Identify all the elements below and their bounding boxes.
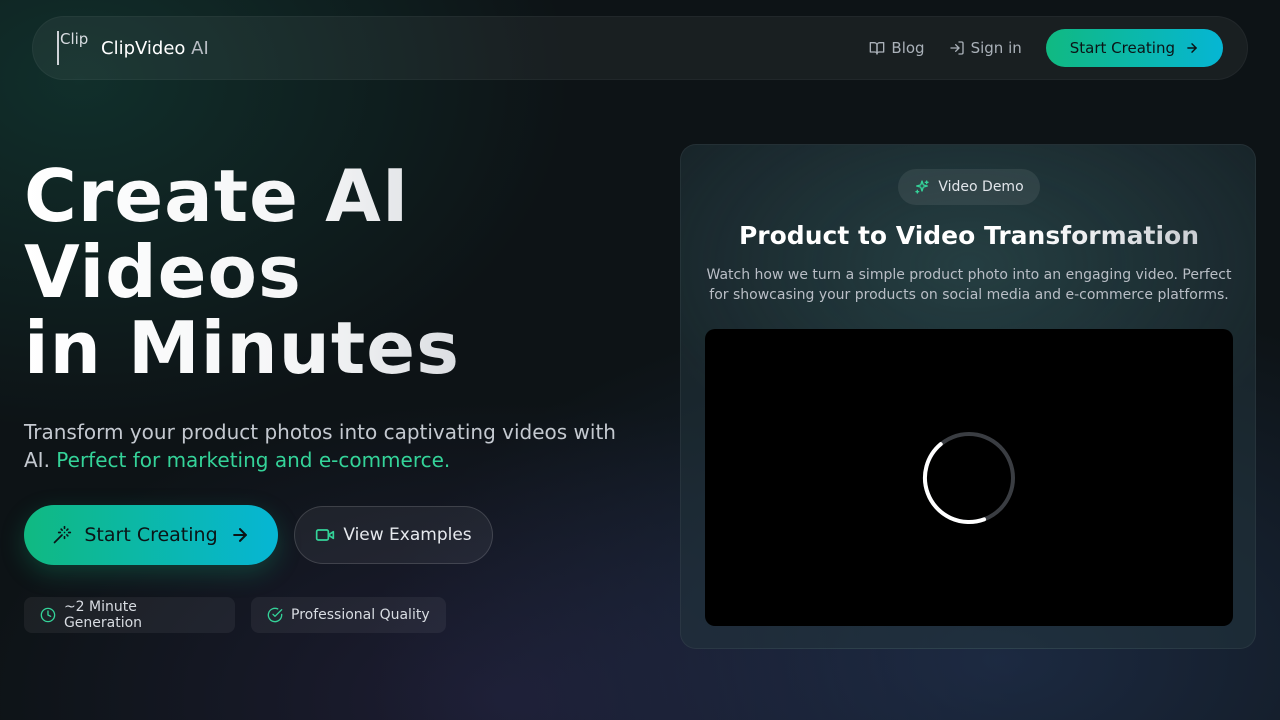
top-navbar: Clip ClipVideo AI Blog Sign in Start Cre… [32,16,1248,80]
brand-name-main: ClipVideo [101,37,186,59]
view-examples-button[interactable]: View Examples [294,506,493,564]
hero-title-line-1: Create AI [24,154,410,238]
hero-subtitle: Transform your product photos into capti… [24,418,624,474]
feature-badge-quality-label: Professional Quality [291,607,430,623]
nav-start-creating-button[interactable]: Start Creating [1045,29,1223,67]
nav-link-blog[interactable]: Blog [869,39,925,57]
nav-link-sign-in[interactable]: Sign in [949,39,1022,57]
arrow-right-icon [1187,43,1197,53]
loading-spinner-icon [922,432,1015,524]
nav-link-sign-in-label: Sign in [970,39,1022,57]
hero-title: Create AI Videos in Minutes [24,158,664,386]
nav-link-blog-label: Blog [891,39,925,57]
demo-video-player[interactable] [705,329,1233,626]
nav-start-creating-label: Start Creating [1069,39,1175,57]
hero-title-line-3: in Minutes [24,306,460,390]
video-demo-card: Video Demo Product to Video Transformati… [680,144,1256,649]
demo-description: Watch how we turn a simple product photo… [706,267,1232,303]
hero-subtitle-accent: Perfect for marketing and e-commerce. [56,448,451,472]
video-camera-icon [316,529,335,541]
brand-name[interactable]: ClipVideo AI [101,38,209,59]
brand-name-suffix: AI [191,37,209,59]
video-demo-pill-label: Video Demo [938,179,1024,195]
start-creating-button[interactable]: Start Creating [24,505,278,565]
demo-title: Product to Video Transformation [681,221,1257,250]
start-creating-label: Start Creating [84,524,218,546]
video-demo-pill: Video Demo [898,169,1040,205]
hero-title-line-2: Videos [24,230,302,314]
magic-wand-icon [54,525,72,544]
feature-badge-quality: Professional Quality [251,597,446,633]
book-icon [870,42,885,55]
arrow-right-icon [232,528,247,542]
nav-actions: Blog Sign in Start Creating [845,29,1223,67]
feature-badge-generation-label: ~2 Minute Generation [63,599,143,631]
feature-badge-generation-time: ~2 Minute Generation [24,597,235,633]
sign-in-icon [949,41,964,55]
view-examples-label: View Examples [343,525,472,545]
sparkles-icon [915,180,930,194]
clock-icon [40,607,56,623]
check-circle-icon [267,607,283,623]
logo-image[interactable]: Clip [57,31,91,65]
